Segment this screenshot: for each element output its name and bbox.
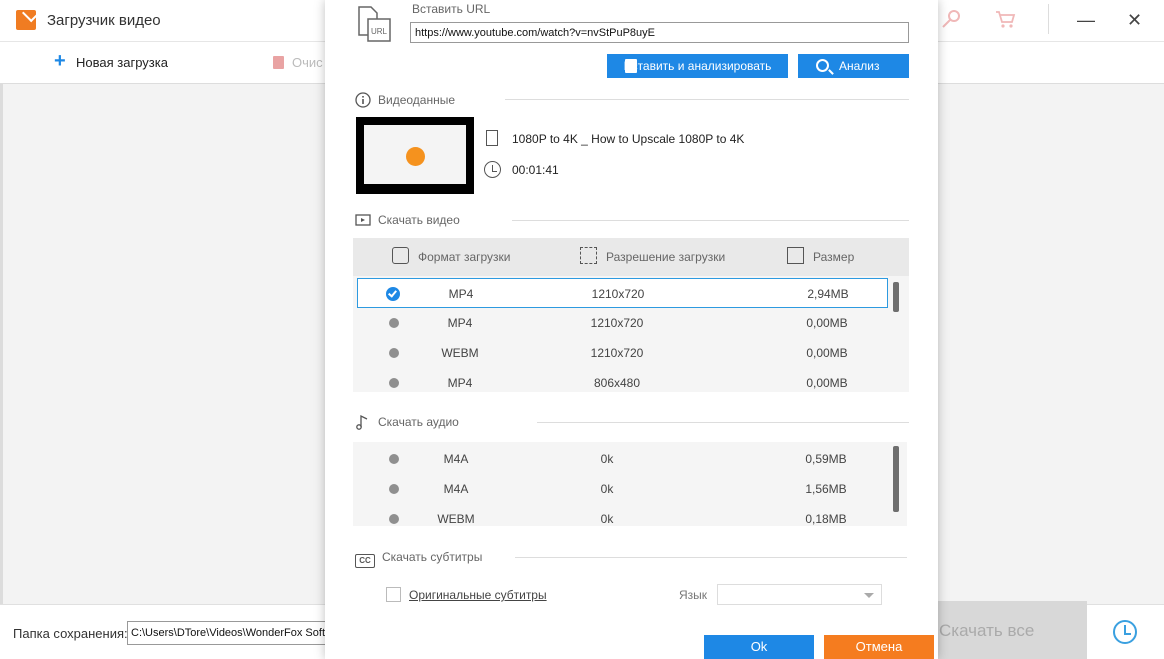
audio-format-table: M4A 0k 0,59MB M4A 0k 1,56MB WEBM 0k 0,18… bbox=[353, 442, 907, 526]
header-size: Размер bbox=[787, 247, 854, 264]
original-subtitles-label[interactable]: Оригинальные субтитры bbox=[409, 588, 547, 602]
key-icon[interactable] bbox=[940, 8, 962, 30]
save-folder-label: Папка сохранения: bbox=[13, 626, 128, 641]
url-input[interactable] bbox=[410, 22, 909, 43]
video-row[interactable]: MP4 1210x720 2,94MB bbox=[357, 278, 888, 308]
audio-row[interactable]: M4A 0k 0,59MB bbox=[353, 444, 893, 474]
video-download-header: Скачать видео bbox=[355, 212, 460, 228]
video-table-header: Формат загрузки Разрешение загрузки Разм… bbox=[353, 238, 909, 276]
svg-text:URL: URL bbox=[371, 27, 388, 36]
titlebar-divider bbox=[1048, 4, 1049, 34]
url-label: Вставить URL bbox=[412, 2, 491, 16]
search-icon bbox=[816, 59, 829, 72]
document-icon bbox=[486, 130, 498, 146]
new-download-label: Новая загрузка bbox=[76, 55, 168, 70]
clear-button[interactable]: Очис bbox=[273, 55, 323, 70]
plus-icon: + bbox=[54, 50, 66, 72]
audio-table-scrollbar[interactable] bbox=[893, 446, 899, 512]
radio-dot-icon[interactable] bbox=[389, 484, 399, 494]
alarm-clock-icon[interactable] bbox=[1113, 620, 1137, 644]
section-divider bbox=[537, 422, 909, 423]
play-icon bbox=[406, 147, 425, 166]
music-note-icon bbox=[356, 414, 368, 430]
radio-dot-icon[interactable] bbox=[389, 318, 399, 328]
radio-dot-icon[interactable] bbox=[389, 454, 399, 464]
video-row[interactable]: MP4 806x480 0,00MB bbox=[353, 368, 893, 392]
video-title: 1080P to 4K _ How to Upscale 1080P to 4K bbox=[512, 132, 745, 146]
video-info-header: Видеоданные bbox=[355, 92, 455, 108]
video-thumbnail bbox=[356, 117, 474, 194]
radio-dot-icon[interactable] bbox=[389, 514, 399, 524]
trash-icon bbox=[273, 56, 284, 69]
folder-icon bbox=[787, 247, 804, 264]
language-select[interactable] bbox=[717, 584, 882, 605]
clock-icon bbox=[484, 161, 501, 178]
video-duration: 00:01:41 bbox=[512, 163, 559, 177]
app-title: Загрузчик видео bbox=[47, 12, 161, 29]
left-strip bbox=[0, 84, 3, 604]
app-logo-icon bbox=[16, 10, 36, 30]
minimize-icon[interactable]: — bbox=[1077, 10, 1095, 31]
download-all-label: Скачать все bbox=[939, 621, 1035, 640]
ok-button[interactable]: Ok bbox=[704, 635, 814, 659]
video-info-label: Видеоданные bbox=[378, 93, 456, 107]
audio-download-label: Скачать аудио bbox=[378, 415, 459, 429]
download-all-button[interactable]: Скачать все bbox=[937, 601, 1087, 659]
audio-row[interactable]: WEBM 0k 0,18MB bbox=[353, 504, 893, 526]
new-download-button[interactable]: + Новая загрузка bbox=[54, 50, 168, 72]
section-divider bbox=[505, 99, 909, 100]
analyze-button[interactable]: Анализ bbox=[798, 54, 909, 78]
paste-and-analyze-button[interactable]: Вставить и анализировать bbox=[607, 54, 788, 78]
info-icon bbox=[355, 92, 371, 108]
video-download-label: Скачать видео bbox=[378, 213, 460, 227]
url-file-icon: URL bbox=[358, 6, 391, 42]
cart-icon[interactable] bbox=[994, 8, 1016, 30]
closed-caption-icon: CC bbox=[355, 554, 375, 568]
paste-and-analyze-label: Вставить и анализировать bbox=[623, 59, 772, 73]
download-dialog: URL Вставить URL Вставить и анализироват… bbox=[325, 0, 938, 659]
clear-label: Очис bbox=[292, 55, 323, 70]
language-label: Язык bbox=[679, 588, 708, 602]
section-divider bbox=[515, 557, 907, 558]
format-icon bbox=[392, 247, 409, 264]
cancel-button[interactable]: Отмена bbox=[824, 635, 934, 659]
header-format: Формат загрузки bbox=[392, 247, 511, 264]
analyze-label: Анализ bbox=[839, 59, 880, 73]
audio-download-header: Скачать аудио bbox=[355, 414, 459, 430]
resolution-icon bbox=[580, 247, 597, 264]
audio-row[interactable]: M4A 0k 1,56MB bbox=[353, 474, 893, 504]
video-format-table: Формат загрузки Разрешение загрузки Разм… bbox=[353, 238, 909, 392]
save-folder-field[interactable]: C:\Users\DTore\Videos\WonderFox Soft\ bbox=[127, 621, 327, 645]
section-divider bbox=[512, 220, 909, 221]
close-icon[interactable]: ✕ bbox=[1127, 10, 1142, 31]
selected-check-icon[interactable] bbox=[386, 287, 400, 301]
clipboard-icon bbox=[625, 59, 637, 73]
video-row[interactable]: MP4 1210x720 0,00MB bbox=[353, 308, 893, 338]
radio-dot-icon[interactable] bbox=[389, 348, 399, 358]
header-resolution: Разрешение загрузки bbox=[580, 247, 725, 264]
subtitles-header: CC Скачать субтитры bbox=[355, 550, 482, 568]
video-row[interactable]: WEBM 1210x720 0,00MB bbox=[353, 338, 893, 368]
video-film-icon bbox=[355, 214, 371, 226]
video-table-scrollbar[interactable] bbox=[893, 282, 899, 312]
radio-dot-icon[interactable] bbox=[389, 378, 399, 388]
subtitles-label: Скачать субтитры bbox=[382, 550, 483, 564]
original-subtitles-checkbox[interactable] bbox=[386, 587, 401, 602]
